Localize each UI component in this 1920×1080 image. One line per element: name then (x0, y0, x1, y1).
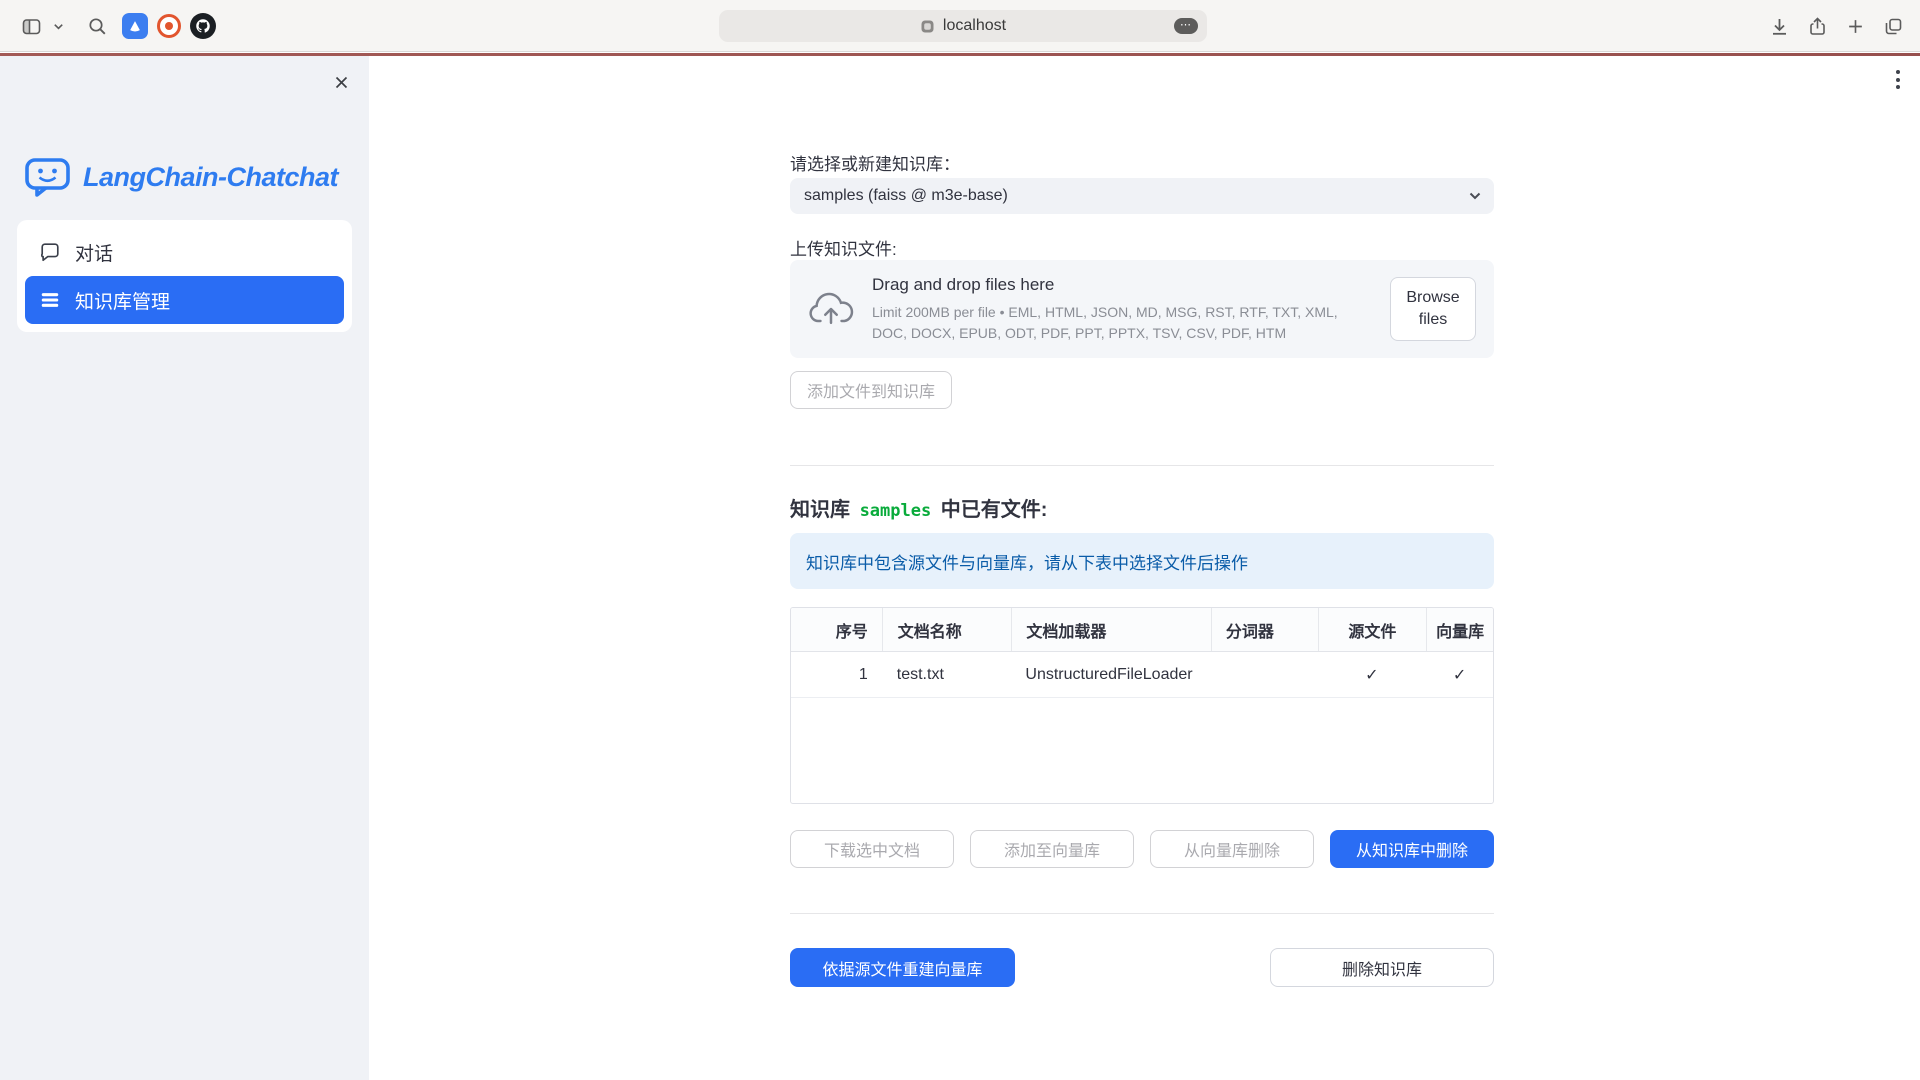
sidebar-menu: 对话 知识库管理 (17, 220, 352, 332)
kb-name-code: samples (856, 501, 936, 521)
info-alert: 知识库中包含源文件与向量库，请从下表中选择文件后操作 (790, 533, 1494, 589)
info-text: 知识库中包含源文件与向量库，请从下表中选择文件后操作 (806, 549, 1248, 574)
sidebar-item-label: 知识库管理 (75, 287, 170, 314)
close-icon (334, 75, 349, 90)
cell-name[interactable]: test.txt (882, 652, 1012, 697)
add-to-vector-button[interactable]: 添加至向量库 (970, 830, 1134, 868)
col-header-index: 序号 (791, 608, 882, 651)
files-table: 序号 文档名称 文档加载器 分词器 源文件 向量库 1 test.txt Uns… (790, 607, 1494, 804)
cell-splitter[interactable] (1211, 652, 1318, 697)
dropzone-title: Drag and drop files here (872, 275, 1376, 295)
extension-blue-icon (122, 13, 148, 39)
col-header-loader: 文档加载器 (1011, 608, 1210, 651)
sidebar-item-dialogue[interactable]: 对话 (25, 228, 344, 276)
divider (790, 465, 1494, 466)
kb-selectbox[interactable]: samples (faiss @ m3e-base) (790, 178, 1494, 214)
sidebar-toggle-icon (21, 16, 42, 37)
delete-kb-button[interactable]: 删除知识库 (1270, 948, 1494, 987)
download-selected-button[interactable]: 下载选中文档 (790, 830, 954, 868)
col-header-splitter: 分词器 (1211, 608, 1318, 651)
extension-blue-button[interactable] (122, 13, 148, 39)
chevron-down-icon (1466, 187, 1484, 205)
kb-bottom-buttons: 依据源文件重建向量库 删除知识库 (790, 948, 1494, 987)
new-tab-button[interactable] (1842, 9, 1868, 43)
app-logo: LangChain-Chatchat (24, 156, 338, 198)
col-header-name: 文档名称 (882, 608, 1012, 651)
sidebar-item-label: 对话 (75, 239, 113, 266)
cloud-upload-icon (808, 291, 854, 328)
cell-vector-check[interactable]: ✓ (1426, 652, 1493, 697)
table-row[interactable]: 1 test.txt UnstructuredFileLoader ✓ ✓ (791, 652, 1493, 698)
delete-from-kb-button[interactable]: 从知识库中删除 (1330, 830, 1494, 868)
downloads-button[interactable] (1766, 9, 1792, 43)
search-icon (87, 16, 108, 37)
kb-selected-value: samples (faiss @ m3e-base) (804, 187, 1008, 205)
sidebar-menu-chevron[interactable] (48, 9, 68, 43)
extensions-badge[interactable]: ⋯ (1174, 18, 1198, 34)
col-header-vector: 向量库 (1426, 608, 1493, 651)
chevron-down-icon (52, 20, 65, 33)
tabs-icon (1883, 16, 1904, 37)
logo-text: LangChain-Chatchat (83, 162, 338, 193)
sidebar-toggle-button[interactable] (14, 9, 48, 43)
streamlit-menu-button[interactable] (1892, 66, 1904, 93)
divider (790, 913, 1494, 914)
heading-prefix: 知识库 (790, 499, 850, 521)
upload-label: 上传知识文件: (790, 235, 897, 260)
dropzone-instructions: Drag and drop files here Limit 200MB per… (872, 275, 1390, 343)
share-button[interactable] (1804, 9, 1830, 43)
download-icon (1769, 16, 1790, 37)
browser-toolbar: localhost ⋯ (0, 0, 1920, 52)
share-icon (1807, 16, 1828, 37)
heading-suffix: 中已有文件: (941, 499, 1048, 521)
plus-icon (1846, 17, 1865, 36)
target-icon (157, 14, 181, 38)
sidebar-close-button[interactable] (329, 70, 353, 94)
site-icon (920, 19, 935, 34)
address-bar[interactable]: localhost ⋯ (719, 10, 1207, 42)
search-button[interactable] (80, 9, 114, 43)
toolbar-left-group (14, 9, 216, 43)
tab-overview-button[interactable] (1880, 9, 1906, 43)
cell-loader[interactable]: UnstructuredFileLoader (1011, 652, 1210, 697)
cell-index[interactable]: 1 (791, 652, 882, 697)
kb-files-heading: 知识库 samples 中已有文件: (790, 493, 1047, 522)
toolbar-right-group (1766, 9, 1906, 43)
kb-list-icon (39, 289, 61, 311)
rebuild-vector-store-button[interactable]: 依据源文件重建向量库 (790, 948, 1015, 987)
browse-files-button[interactable]: Browse files (1390, 277, 1476, 340)
extension-github-button[interactable] (190, 13, 216, 39)
address-url: localhost (943, 17, 1006, 35)
file-dropzone[interactable]: Drag and drop files here Limit 200MB per… (790, 260, 1494, 358)
github-icon (190, 13, 216, 39)
remove-from-vector-button[interactable]: 从向量库删除 (1150, 830, 1314, 868)
sidebar-item-knowledge-base[interactable]: 知识库管理 (25, 276, 344, 324)
logo-icon (24, 156, 71, 198)
file-action-buttons: 下载选中文档 添加至向量库 从向量库删除 从知识库中删除 (790, 830, 1494, 868)
col-header-source: 源文件 (1318, 608, 1427, 651)
table-header-row: 序号 文档名称 文档加载器 分词器 源文件 向量库 (791, 608, 1493, 652)
sidebar: LangChain-Chatchat 对话 知识库管理 (0, 56, 369, 1080)
dropzone-limit-text: Limit 200MB per file • EML, HTML, JSON, … (872, 302, 1376, 343)
kb-select-label: 请选择或新建知识库： (790, 150, 960, 175)
add-files-to-kb-button[interactable]: 添加文件到知识库 (790, 371, 952, 409)
chat-icon (39, 241, 61, 263)
extension-target-button[interactable] (156, 13, 182, 39)
cell-source-check[interactable]: ✓ (1318, 652, 1427, 697)
